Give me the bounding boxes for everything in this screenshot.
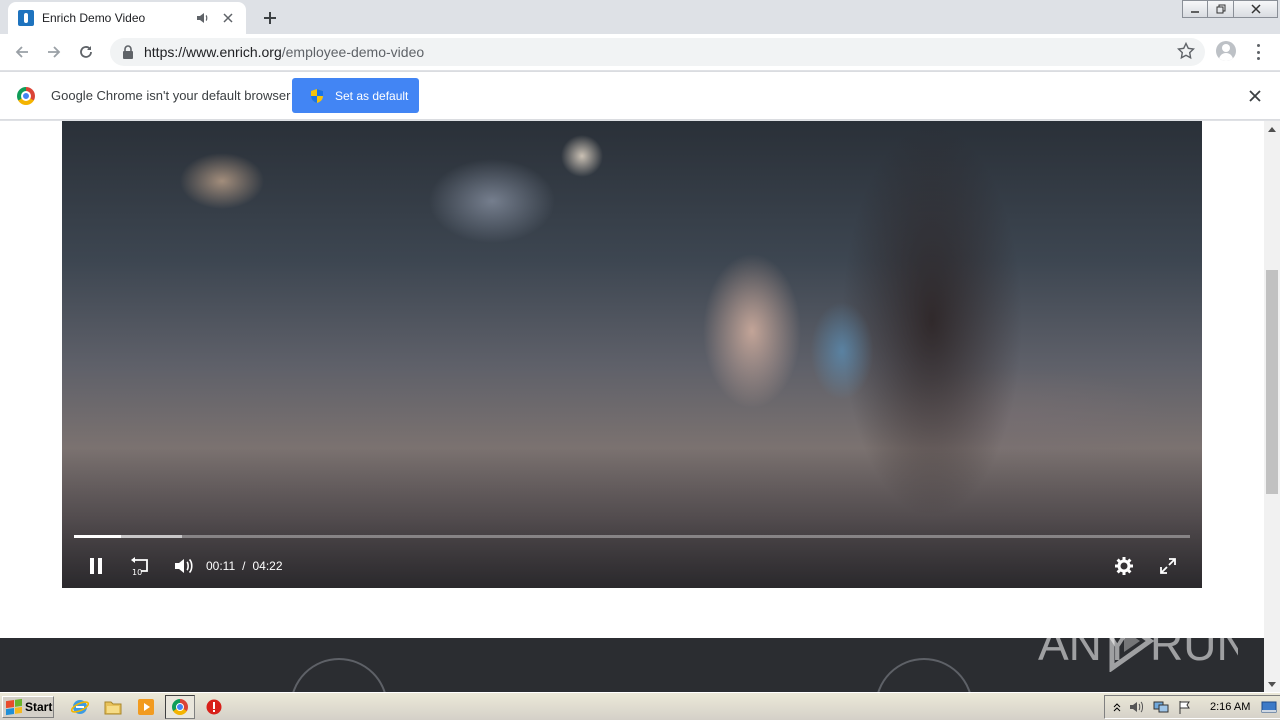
restore-button[interactable] xyxy=(1208,0,1234,18)
scroll-up-icon[interactable] xyxy=(1264,121,1280,137)
back-icon[interactable] xyxy=(6,36,38,68)
start-button[interactable]: Start xyxy=(2,696,54,718)
menu-icon[interactable] xyxy=(1250,42,1266,62)
network-icon[interactable] xyxy=(1151,697,1171,717)
tab-title: Enrich Demo Video xyxy=(42,11,146,25)
show-desktop-icon[interactable] xyxy=(1259,697,1279,717)
audio-playing-icon[interactable] xyxy=(196,11,210,25)
close-tab-icon[interactable] xyxy=(220,10,236,26)
settings-icon[interactable] xyxy=(1109,551,1139,581)
show-hidden-icons-icon[interactable] xyxy=(1107,697,1127,717)
window-controls xyxy=(1182,0,1278,18)
windows-logo-icon xyxy=(6,698,22,716)
close-icon[interactable] xyxy=(1246,88,1264,106)
scroll-down-icon[interactable] xyxy=(1264,676,1280,692)
uac-shield-icon xyxy=(311,88,323,103)
set-as-default-label: Set as default xyxy=(335,88,409,103)
profile-icon[interactable] xyxy=(1216,41,1236,61)
time-display: 00:11 / 04:22 xyxy=(206,559,283,573)
minimize-button[interactable] xyxy=(1182,0,1208,18)
action-center-flag-icon[interactable] xyxy=(1175,697,1195,717)
address-bar[interactable]: https://www.enrich.org/employee-demo-vid… xyxy=(110,38,1205,66)
set-as-default-button[interactable]: Set as default xyxy=(292,78,419,113)
clock[interactable]: 2:16 AM xyxy=(1210,701,1250,713)
new-tab-icon[interactable] xyxy=(258,6,282,30)
ie-icon[interactable] xyxy=(70,697,90,717)
footer-feature-circle xyxy=(875,658,973,692)
lock-icon xyxy=(123,45,133,59)
pause-icon[interactable] xyxy=(81,551,111,581)
browser-toolbar: https://www.enrich.org/employee-demo-vid… xyxy=(0,34,1280,70)
svg-text:10: 10 xyxy=(132,568,142,576)
star-icon[interactable] xyxy=(1177,42,1195,60)
video-player[interactable]: 10 00:11 / 04:22 xyxy=(62,121,1202,588)
anyrun-watermark-logo: ANY RUN xyxy=(1038,609,1238,672)
stop-icon[interactable] xyxy=(204,697,224,717)
forward-icon[interactable] xyxy=(38,36,70,68)
default-browser-infobar: Google Chrome isn't your default browser… xyxy=(0,71,1280,120)
chrome-logo-icon xyxy=(17,87,35,105)
scrollbar-thumb[interactable] xyxy=(1266,270,1278,494)
close-window-button[interactable] xyxy=(1234,0,1278,18)
played-bar xyxy=(74,535,121,538)
speaker-icon[interactable] xyxy=(1127,697,1147,717)
duration: 04:22 xyxy=(252,559,283,573)
windows-taskbar: Start 2:16 AM xyxy=(0,692,1280,720)
url-text: https://www.enrich.org/employee-demo-vid… xyxy=(144,44,425,60)
svg-text:RUN: RUN xyxy=(1150,618,1238,670)
volume-icon[interactable] xyxy=(169,551,199,581)
page-content: 10 00:11 / 04:22 xyxy=(0,121,1264,692)
footer-feature-circle xyxy=(290,658,388,692)
video-controls: 10 00:11 / 04:22 xyxy=(62,551,1202,581)
time-separator: / xyxy=(242,559,246,573)
tab-enrich-demo-video[interactable]: Enrich Demo Video xyxy=(8,2,246,34)
start-label: Start xyxy=(25,700,53,714)
fullscreen-icon[interactable] xyxy=(1153,551,1183,581)
vertical-scrollbar[interactable] xyxy=(1264,121,1280,692)
system-tray: 2:16 AM xyxy=(1104,695,1280,719)
current-time: 00:11 xyxy=(206,559,236,573)
rewind-10-icon[interactable]: 10 xyxy=(125,551,155,581)
media-player-icon[interactable] xyxy=(136,697,156,717)
infobar-message: Google Chrome isn't your default browser xyxy=(51,88,291,103)
tab-strip: Enrich Demo Video xyxy=(0,0,1280,34)
reload-icon[interactable] xyxy=(70,36,102,68)
site-favicon-icon xyxy=(18,10,34,26)
explorer-icon[interactable] xyxy=(103,697,123,717)
video-progress-bar[interactable] xyxy=(74,535,1190,538)
chrome-icon[interactable] xyxy=(170,697,190,717)
